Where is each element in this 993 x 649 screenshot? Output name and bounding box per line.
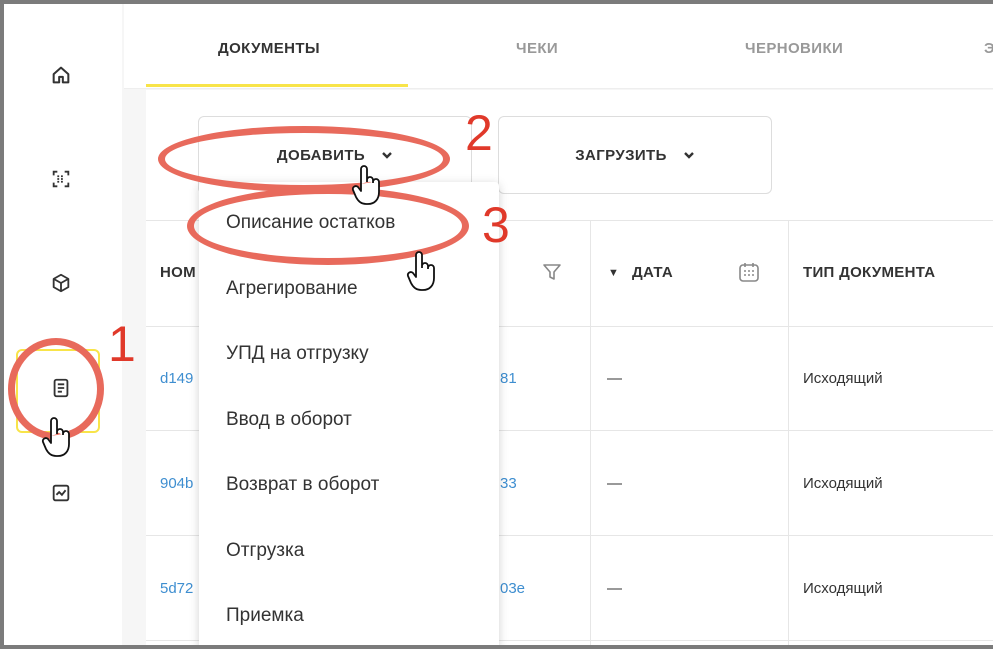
column-header-doc-type[interactable]: ТИП ДОКУМЕНТА bbox=[803, 264, 935, 281]
date-cell: — bbox=[607, 580, 622, 597]
annotation-ellipse-add bbox=[158, 126, 450, 192]
hand-cursor-icon bbox=[40, 416, 74, 465]
menu-item-shipment[interactable]: Отгрузка bbox=[226, 540, 304, 562]
tab-drafts[interactable]: ЧЕРНОВИКИ bbox=[745, 40, 843, 57]
hand-cursor-icon bbox=[405, 250, 439, 299]
screenshot-frame-bottom bbox=[0, 645, 993, 649]
menu-item-upd-shipment[interactable]: УПД на отгрузку bbox=[226, 343, 369, 365]
menu-item-aggregation[interactable]: Агрегирование bbox=[226, 278, 358, 300]
menu-item-circulation-return[interactable]: Возврат в оборот bbox=[226, 474, 379, 496]
analytics-icon[interactable] bbox=[48, 480, 74, 506]
doc-type-cell: Исходящий bbox=[803, 475, 883, 492]
document-id-link[interactable]: 5d72 bbox=[160, 580, 193, 597]
hand-cursor-icon bbox=[350, 164, 384, 213]
sort-desc-icon[interactable]: ▼ bbox=[608, 267, 619, 279]
menu-item-circulation-input[interactable]: Ввод в оборот bbox=[226, 409, 352, 431]
filter-icon[interactable] bbox=[542, 262, 562, 287]
chevron-down-icon bbox=[683, 148, 695, 163]
date-cell: — bbox=[607, 370, 622, 387]
active-tab-indicator bbox=[146, 84, 408, 87]
document-id-link[interactable]: 03e bbox=[500, 580, 525, 597]
box-icon[interactable] bbox=[48, 270, 74, 296]
sidebar bbox=[4, 0, 122, 649]
annotation-number-2: 2 bbox=[465, 105, 493, 161]
annotation-number-3: 3 bbox=[482, 197, 510, 253]
home-icon[interactable] bbox=[48, 62, 74, 88]
date-cell: — bbox=[607, 475, 622, 492]
scan-icon[interactable] bbox=[48, 166, 74, 192]
tab-more[interactable]: Э bbox=[984, 40, 993, 57]
upload-button-label: ЗАГРУЗИТЬ bbox=[575, 146, 667, 164]
menu-item-acceptance[interactable]: Приемка bbox=[226, 605, 304, 627]
calendar-icon[interactable] bbox=[737, 260, 761, 289]
tab-receipts[interactable]: ЧЕКИ bbox=[516, 40, 558, 57]
doc-type-cell: Исходящий bbox=[803, 370, 883, 387]
column-header-date[interactable]: ДАТА bbox=[632, 264, 673, 281]
upload-button[interactable]: ЗАГРУЗИТЬ bbox=[498, 116, 772, 194]
column-divider bbox=[590, 220, 591, 649]
column-divider bbox=[788, 220, 789, 649]
doc-type-cell: Исходящий bbox=[803, 580, 883, 597]
column-header-number[interactable]: НОМ bbox=[160, 264, 196, 281]
document-id-link[interactable]: 33 bbox=[500, 475, 517, 492]
document-id-link[interactable]: 904b bbox=[160, 475, 193, 492]
document-id-link[interactable]: 81 bbox=[500, 370, 517, 387]
document-id-link[interactable]: d149 bbox=[160, 370, 193, 387]
tab-documents[interactable]: ДОКУМЕНТЫ bbox=[218, 40, 320, 57]
annotation-number-1: 1 bbox=[108, 316, 136, 372]
